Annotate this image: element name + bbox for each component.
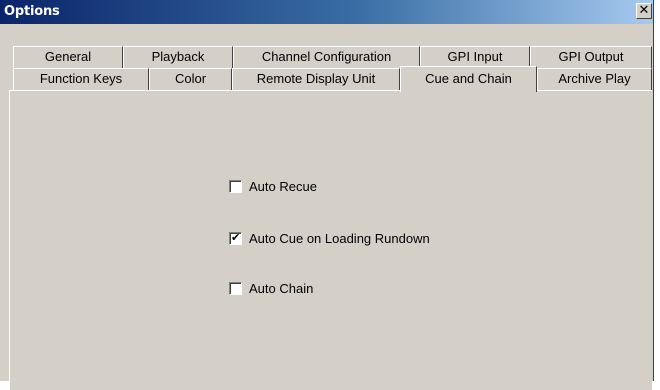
tab-archive-play[interactable]: Archive Play [537, 68, 652, 90]
tab-gpi-output[interactable]: GPI Output [530, 46, 652, 68]
auto-cue-loading-rundown-label: Auto Cue on Loading Rundown [249, 230, 430, 246]
tab-label: GPI Output [558, 49, 624, 64]
auto-chain-checkbox[interactable] [229, 281, 242, 295]
tab-gpi-input[interactable]: GPI Input [420, 46, 530, 68]
auto-recue-option[interactable]: Auto Recue [229, 178, 317, 194]
tab-general[interactable]: General [13, 46, 123, 68]
tab-color[interactable]: Color [149, 68, 232, 90]
tab-function-keys[interactable]: Function Keys [13, 68, 149, 90]
window-title: Options [4, 4, 60, 19]
checkmark-icon: ✔ [231, 230, 241, 244]
tab-label: GPI Input [447, 49, 503, 64]
tab-channel-configuration[interactable]: Channel Configuration [233, 46, 420, 68]
tab-label: Channel Configuration [261, 49, 392, 64]
tab-playback[interactable]: Playback [123, 46, 233, 68]
auto-chain-option[interactable]: Auto Chain [229, 280, 313, 296]
tab-label: Function Keys [39, 71, 123, 86]
tab-cue-and-chain[interactable]: Cue and Chain [400, 66, 537, 92]
close-button[interactable]: ✕ [636, 3, 652, 19]
title-bar[interactable]: Options ✕ [0, 0, 653, 24]
auto-recue-label: Auto Recue [249, 178, 317, 194]
tab-label: Color [174, 71, 207, 86]
auto-recue-checkbox[interactable] [229, 179, 242, 193]
auto-chain-label: Auto Chain [249, 280, 314, 296]
close-icon: ✕ [638, 3, 650, 18]
tab-label: Cue and Chain [425, 71, 512, 86]
tab-label: Remote Display Unit [256, 71, 376, 86]
auto-cue-loading-rundown-option[interactable]: ✔ Auto Cue on Loading Rundown [229, 230, 430, 246]
tab-label: Archive Play [558, 71, 631, 86]
tab-label: Playback [151, 49, 205, 64]
tab-label: General [44, 49, 92, 64]
tab-remote-display-unit[interactable]: Remote Display Unit [232, 68, 400, 90]
options-dialog: Options ✕ General Playback Channel Confi… [0, 0, 654, 390]
auto-cue-loading-rundown-checkbox[interactable]: ✔ [229, 230, 242, 245]
